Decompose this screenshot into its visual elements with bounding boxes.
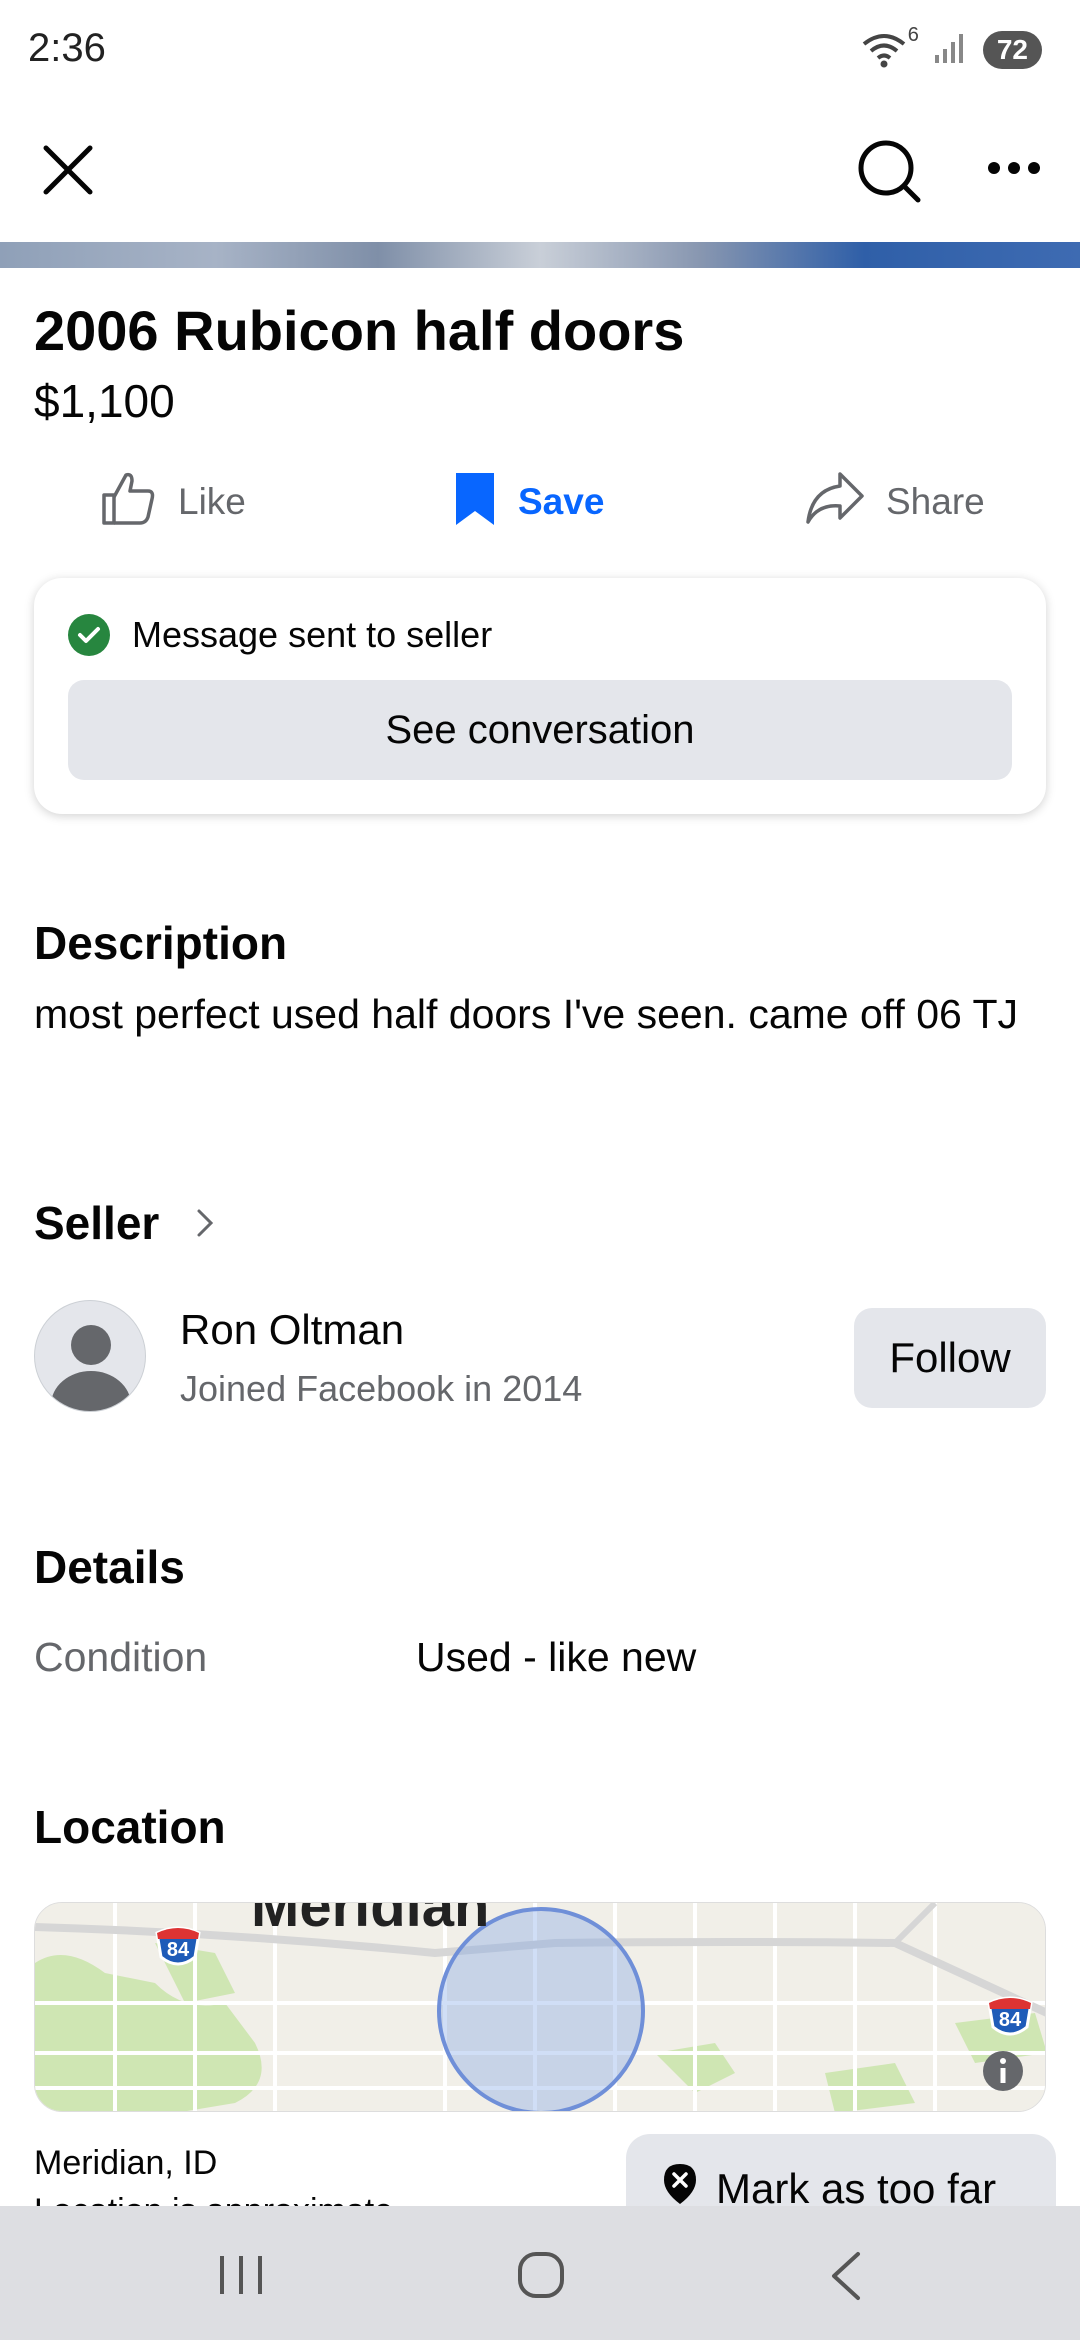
save-label: Save [518, 481, 605, 522]
status-time: 2:36 [28, 26, 106, 70]
listing-title: 2006 Rubicon half doors [34, 299, 685, 362]
status-bar: 2:36 6 72 [0, 0, 1080, 100]
map-city-label: Meridian [251, 1902, 490, 1939]
location-map[interactable]: Meridian 84 84 [34, 1902, 1046, 2112]
interstate-number: 84 [166, 1939, 190, 1961]
check-circle-icon [68, 614, 110, 656]
share-button[interactable]: Share [804, 462, 985, 542]
like-button[interactable]: Like [100, 462, 246, 542]
see-conversation-button[interactable]: See conversation [68, 680, 1012, 780]
status-icons: 6 72 [859, 24, 1042, 70]
description-text: most perfect used half doors I've seen. … [34, 991, 1018, 1037]
seller-heading: Seller [34, 1197, 160, 1249]
interstate-shield-icon: 84 [985, 1993, 1035, 2041]
search-icon[interactable] [856, 138, 922, 209]
listing-photo[interactable] [0, 242, 1080, 268]
info-icon[interactable] [981, 2049, 1025, 2098]
bookmark-icon [452, 469, 498, 536]
share-label: Share [886, 481, 985, 522]
condition-value: Used - like new [416, 1634, 697, 1680]
like-label: Like [178, 481, 246, 522]
message-status-text: Message sent to seller [132, 614, 493, 655]
wifi-icon: 6 [859, 24, 919, 70]
condition-label: Condition [34, 1634, 208, 1680]
description-heading: Description [34, 917, 288, 969]
save-button[interactable]: Save [452, 462, 604, 542]
recent-apps-icon[interactable] [216, 2252, 266, 2303]
battery-indicator: 72 [982, 31, 1042, 69]
share-icon [804, 470, 866, 535]
follow-button[interactable]: Follow [854, 1308, 1046, 1408]
seller-name[interactable]: Ron Oltman [180, 1306, 404, 1354]
details-heading: Details [34, 1541, 185, 1593]
seller-joined: Joined Facebook in 2014 [180, 1368, 583, 1409]
action-row: Like Save Share [0, 462, 1080, 542]
home-icon[interactable] [516, 2250, 566, 2305]
seller-avatar[interactable] [34, 1300, 146, 1412]
back-icon[interactable] [826, 2250, 866, 2307]
location-city: Meridian, ID [34, 2144, 218, 2182]
system-nav-bar [0, 2206, 1080, 2340]
message-sent-card: Message sent to seller See conversation [34, 578, 1046, 814]
interstate-number: 84 [998, 2009, 1022, 2031]
location-heading: Location [34, 1801, 226, 1853]
message-status: Message sent to seller [68, 614, 492, 656]
listing-price: $1,100 [34, 375, 175, 427]
seller-heading-link[interactable]: Seller [34, 1196, 215, 1250]
interstate-shield-icon: 84 [153, 1923, 203, 1971]
wifi-badge: 6 [907, 24, 919, 46]
top-nav [0, 110, 1080, 230]
more-icon[interactable] [986, 160, 1042, 181]
close-icon[interactable] [40, 142, 96, 203]
chevron-right-icon [195, 1196, 215, 1250]
signal-icon [933, 31, 969, 70]
thumbs-up-icon [100, 469, 158, 536]
